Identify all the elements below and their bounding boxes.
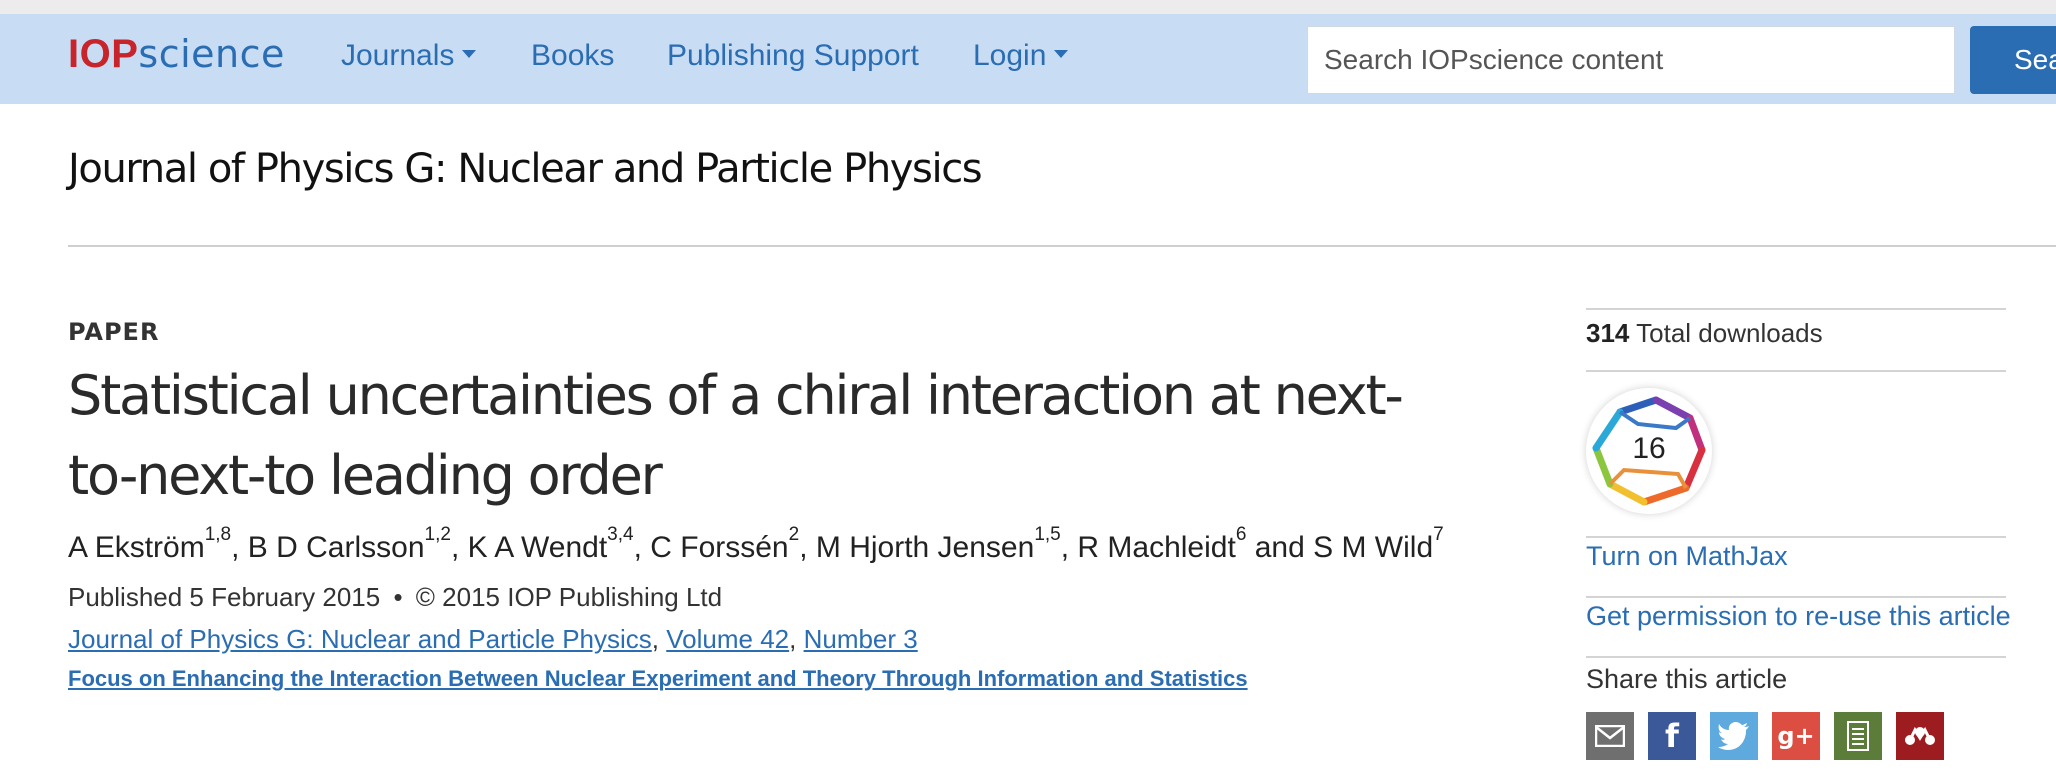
iopscience-logo[interactable]: IOPscience — [68, 34, 285, 74]
author-affiliation: 1,5 — [1034, 524, 1061, 545]
author-affiliation: 1,8 — [204, 524, 232, 545]
publication-info: Published 5 February 2015 • © 2015 IOP P… — [68, 582, 722, 613]
share-label: Share this article — [1586, 664, 1788, 694]
author-name: A Ekström — [68, 531, 205, 564]
share-facebook-button[interactable]: f — [1648, 712, 1696, 760]
chevron-down-icon — [1054, 50, 1069, 59]
email-icon — [1595, 725, 1625, 747]
facebook-icon: f — [1665, 717, 1679, 755]
author-separator: , — [231, 531, 248, 564]
share-google-plus-button[interactable]: g+ — [1772, 712, 1820, 760]
sidebar-divider — [1586, 536, 2006, 538]
author-name: B D Carlsson — [247, 531, 425, 564]
volume-link[interactable]: Volume 42 — [666, 624, 789, 654]
author-list: A Ekström1,8, B D Carlsson1,2, K A Wendt… — [68, 524, 1444, 566]
mathjax-link[interactable]: Turn on MathJax — [1586, 541, 1788, 572]
share-email-button[interactable] — [1586, 712, 1634, 760]
total-downloads: 314 Total downloads — [1586, 318, 1823, 349]
nav-publishing-support[interactable]: Publishing Support — [667, 38, 919, 74]
logo-iop: IOP — [68, 32, 139, 76]
author-separator: , — [450, 531, 468, 564]
article-type-label: PAPER — [68, 318, 160, 346]
citation-count: 16 — [1632, 432, 1666, 465]
collection: Focus on Enhancing the Interaction Betwe… — [68, 666, 1248, 692]
author-separator: , — [799, 531, 816, 564]
collection-link[interactable]: Focus on Enhancing the Interaction Betwe… — [68, 666, 1248, 691]
google-plus-icon: g+ — [1777, 722, 1815, 750]
author-affiliation: 2 — [788, 524, 800, 545]
issue-number-link[interactable]: Number 3 — [804, 624, 918, 654]
author-name: K A Wendt — [467, 531, 608, 564]
share-twitter-button[interactable] — [1710, 712, 1758, 760]
nav-login[interactable]: Login — [973, 38, 1069, 74]
mendeley-icon — [1905, 726, 1935, 745]
downloads-count: 314 — [1586, 318, 1630, 348]
author-name: C Forssén — [650, 531, 789, 564]
nav-journals-label: Journals — [341, 39, 455, 72]
journal-link[interactable]: Journal of Physics G: Nuclear and Partic… — [68, 624, 652, 654]
published-date: Published 5 February 2015 — [68, 582, 381, 612]
citeulike-icon — [1847, 721, 1869, 751]
author-name: R Machleidt — [1077, 531, 1236, 564]
share-citeulike-button[interactable] — [1834, 712, 1882, 760]
citation-links: Journal of Physics G: Nuclear and Partic… — [68, 624, 918, 654]
sidebar-divider — [1586, 370, 2006, 372]
author-name: M Hjorth Jensen — [815, 531, 1035, 564]
header-divider — [68, 245, 2056, 247]
author-name: S M Wild — [1313, 531, 1434, 564]
copyright: © 2015 IOP Publishing Ltd — [415, 582, 723, 612]
search-input[interactable] — [1307, 26, 1955, 94]
twitter-icon — [1718, 722, 1749, 750]
author-separator: , — [1060, 531, 1078, 564]
author-affiliation: 6 — [1235, 524, 1247, 545]
nav-books-label: Books — [531, 39, 615, 72]
logo-science: science — [138, 32, 285, 76]
sidebar-divider — [1586, 596, 2006, 598]
article-title: Statistical uncertainties of a chiral in… — [68, 364, 1404, 507]
permission-link[interactable]: Get permission to re-use this article — [1586, 601, 2011, 632]
author-separator: , — [633, 531, 651, 564]
nav-books[interactable]: Books — [531, 38, 614, 74]
separator-bullet: • — [393, 582, 403, 612]
sidebar-divider — [1586, 308, 2006, 310]
downloads-label: Total downloads — [1636, 318, 1823, 348]
journal-title[interactable]: Journal of Physics G: Nuclear and Partic… — [68, 145, 983, 193]
author-affiliation: 3,4 — [607, 524, 634, 545]
chevron-down-icon — [462, 50, 477, 59]
nav-publishing-support-label: Publishing Support — [667, 39, 919, 72]
nav-journals[interactable]: Journals — [341, 38, 477, 74]
navbar: IOPscience Journals Books Publishing Sup… — [0, 14, 2056, 104]
nav-login-label: Login — [973, 39, 1047, 72]
sidebar-divider — [1586, 656, 2006, 658]
search-button[interactable]: Search — [1970, 26, 2056, 94]
author-affiliation: 7 — [1433, 524, 1444, 545]
citation-badge[interactable]: 16 — [1586, 388, 1712, 514]
share-mendeley-button[interactable] — [1896, 712, 1944, 760]
top-strip — [0, 0, 2056, 14]
author-affiliation: 1,2 — [424, 524, 451, 545]
author-separator: and — [1246, 531, 1314, 564]
